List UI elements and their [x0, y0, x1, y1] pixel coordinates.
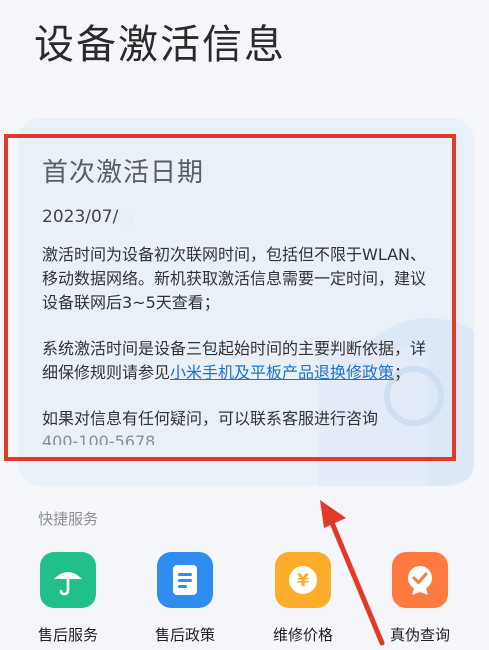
annotation-arrow	[320, 500, 385, 646]
activation-description: 激活时间为设备初次联网时间，包括但不限于WLAN、移动数据网络。新机获取激活信息…	[42, 245, 427, 312]
quick-services-label: 快捷服务	[38, 510, 99, 528]
page-title: 设备激活信息	[34, 22, 286, 68]
service-phone[interactable]: 400-100-5678	[42, 431, 434, 445]
document-icon	[157, 552, 213, 608]
warranty-description: 系统激活时间是设备三包起始时间的主要判断依据，详细保修规则请参见小米手机及平板产…	[42, 339, 427, 382]
card-content: 首次激活日期 2023/07/ 激活时间为设备初次联网时间，包括但不限于WLAN…	[42, 152, 442, 445]
date-mask	[118, 209, 135, 225]
after-sales-service-button[interactable]: 售后服务	[8, 552, 128, 645]
quick-services: 售后服务 售后政策 ¥ 维修价格 真伪查询	[0, 552, 489, 650]
svg-text:¥: ¥	[297, 571, 309, 591]
activation-date-heading: 首次激活日期	[42, 158, 205, 188]
verify-badge-icon	[392, 552, 448, 608]
after-sales-policy-button[interactable]: 售后政策	[125, 552, 245, 645]
umbrella-icon	[40, 552, 96, 608]
contact-description: 如果对信息有任何疑问，可以联系客服进行咨询 400-100-5678	[42, 407, 434, 445]
activation-info-card: 首次激活日期 2023/07/ 激活时间为设备初次联网时间，包括但不限于WLAN…	[18, 118, 474, 486]
return-policy-link[interactable]: 小米手机及平板产品退换修政策	[170, 363, 394, 382]
service-label: 售后服务	[37, 626, 98, 644]
service-label: 售后政策	[154, 626, 215, 644]
activation-date-value: 2023/07/	[42, 207, 442, 227]
page: 设备激活信息 首次激活日期 2023/07/ 激活时间为设备初次联网时间，包括但…	[0, 0, 489, 650]
